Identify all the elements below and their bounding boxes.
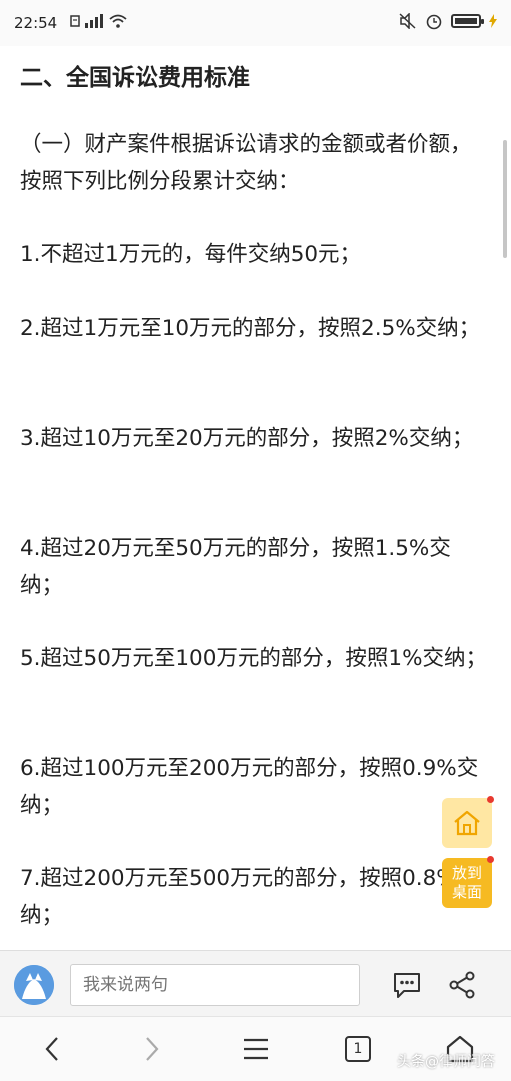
status-bar: 22:54 [0,0,511,46]
forward-button[interactable] [132,1031,172,1067]
comment-input[interactable] [70,964,360,1006]
charging-icon [489,14,497,28]
status-left-icons [70,14,128,28]
paragraph-item-4: 4.超过20万元至50万元的部分，按照1.5%交纳； [20,536,451,598]
chevron-right-icon [146,1037,159,1061]
paragraph-item-6: 6.超过100万元至200万元的部分，按照0.9%交纳； [20,756,479,818]
tab-count: 1 [353,1041,363,1057]
desktop-label-line2: 桌面 [451,883,482,901]
menu-button[interactable] [236,1031,276,1067]
status-time: 22:54 [14,14,58,32]
desktop-badge-dot [487,856,494,863]
home-icon [454,810,480,836]
wifi-icon [109,14,127,28]
battery-icon [451,14,484,28]
mute-icon [399,13,416,29]
watermark: 头条@律师问答 [397,1051,495,1071]
paragraph-item-2: 2.超过1万元至10万元的部分，按照2.5%交纳； [20,316,481,341]
watermark-text: 头条@律师问答 [397,1054,495,1070]
browser-nav-bar: 1 头条@律师问答 [0,1016,511,1081]
tabs-button[interactable]: 1 [338,1031,378,1067]
avatar[interactable] [14,965,54,1005]
paragraph-intro: （一）财产案件根据诉讼请求的金额或者价额，按照下列比例分段累计交纳： [20,132,472,194]
comment-bar [0,950,511,1017]
comments-icon[interactable] [392,971,422,999]
article-heading: 二、全国诉讼费用标准 [20,65,250,91]
menu-icon [244,1038,268,1060]
add-to-desktop-button[interactable]: 放到 桌面 [442,856,494,908]
share-icon[interactable] [447,971,477,999]
scrollbar-thumb[interactable] [503,140,507,258]
status-right-icons [399,12,497,30]
home-badge-dot [487,796,494,803]
article-content[interactable]: 二、全国诉讼费用标准 （一）财产案件根据诉讼请求的金额或者价额，按照下列比例分段… [0,46,511,950]
notification-icon [70,15,80,27]
home-float-button[interactable] [442,796,494,848]
paragraph-item-1: 1.不超过1万元的，每件交纳50元； [20,242,362,267]
paragraph-item-3: 3.超过10万元至20万元的部分，按照2%交纳； [20,426,474,451]
paragraph-item-7: 7.超过200万元至500万元的部分，按照0.8%交纳； [20,866,479,928]
alarm-icon [426,14,442,30]
desktop-label-line1: 放到 [451,864,482,882]
paragraph-item-5: 5.超过50万元至100万元的部分，按照1%交纳； [20,646,488,671]
signal-icon [85,14,103,28]
back-button[interactable] [32,1031,72,1067]
avatar-image-icon [14,965,54,1005]
chevron-left-icon [45,1037,58,1061]
